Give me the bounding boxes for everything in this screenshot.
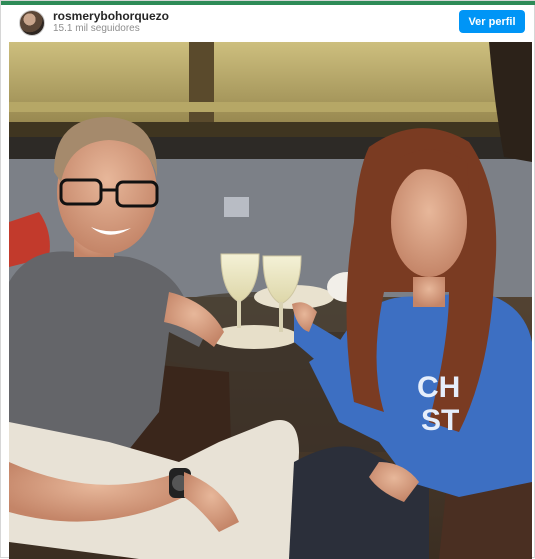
plate-front (209, 325, 299, 349)
photo-illustration: CH ST (9, 42, 532, 559)
view-profile-button[interactable]: Ver perfil (459, 10, 525, 33)
post-photo: CH ST (9, 42, 532, 559)
woman-face (391, 167, 467, 277)
instagram-embed-card: rosmerybohorquezo 15.1 mil seguidores Ve… (0, 0, 535, 559)
profile-avatar[interactable] (19, 10, 45, 36)
woman-neck (413, 277, 445, 307)
shirt-print-line2: ST (421, 404, 459, 437)
post-header: rosmerybohorquezo 15.1 mil seguidores Ve… (1, 5, 535, 41)
glass-stem-left (237, 300, 241, 328)
follower-count: 15.1 mil seguidores (53, 23, 140, 34)
wall-outlet (224, 197, 249, 217)
glass-stem-right (279, 302, 283, 332)
shirt-print-line1: CH (417, 371, 460, 404)
wall-ledge (9, 102, 532, 112)
profile-username[interactable]: rosmerybohorquezo (53, 9, 169, 23)
